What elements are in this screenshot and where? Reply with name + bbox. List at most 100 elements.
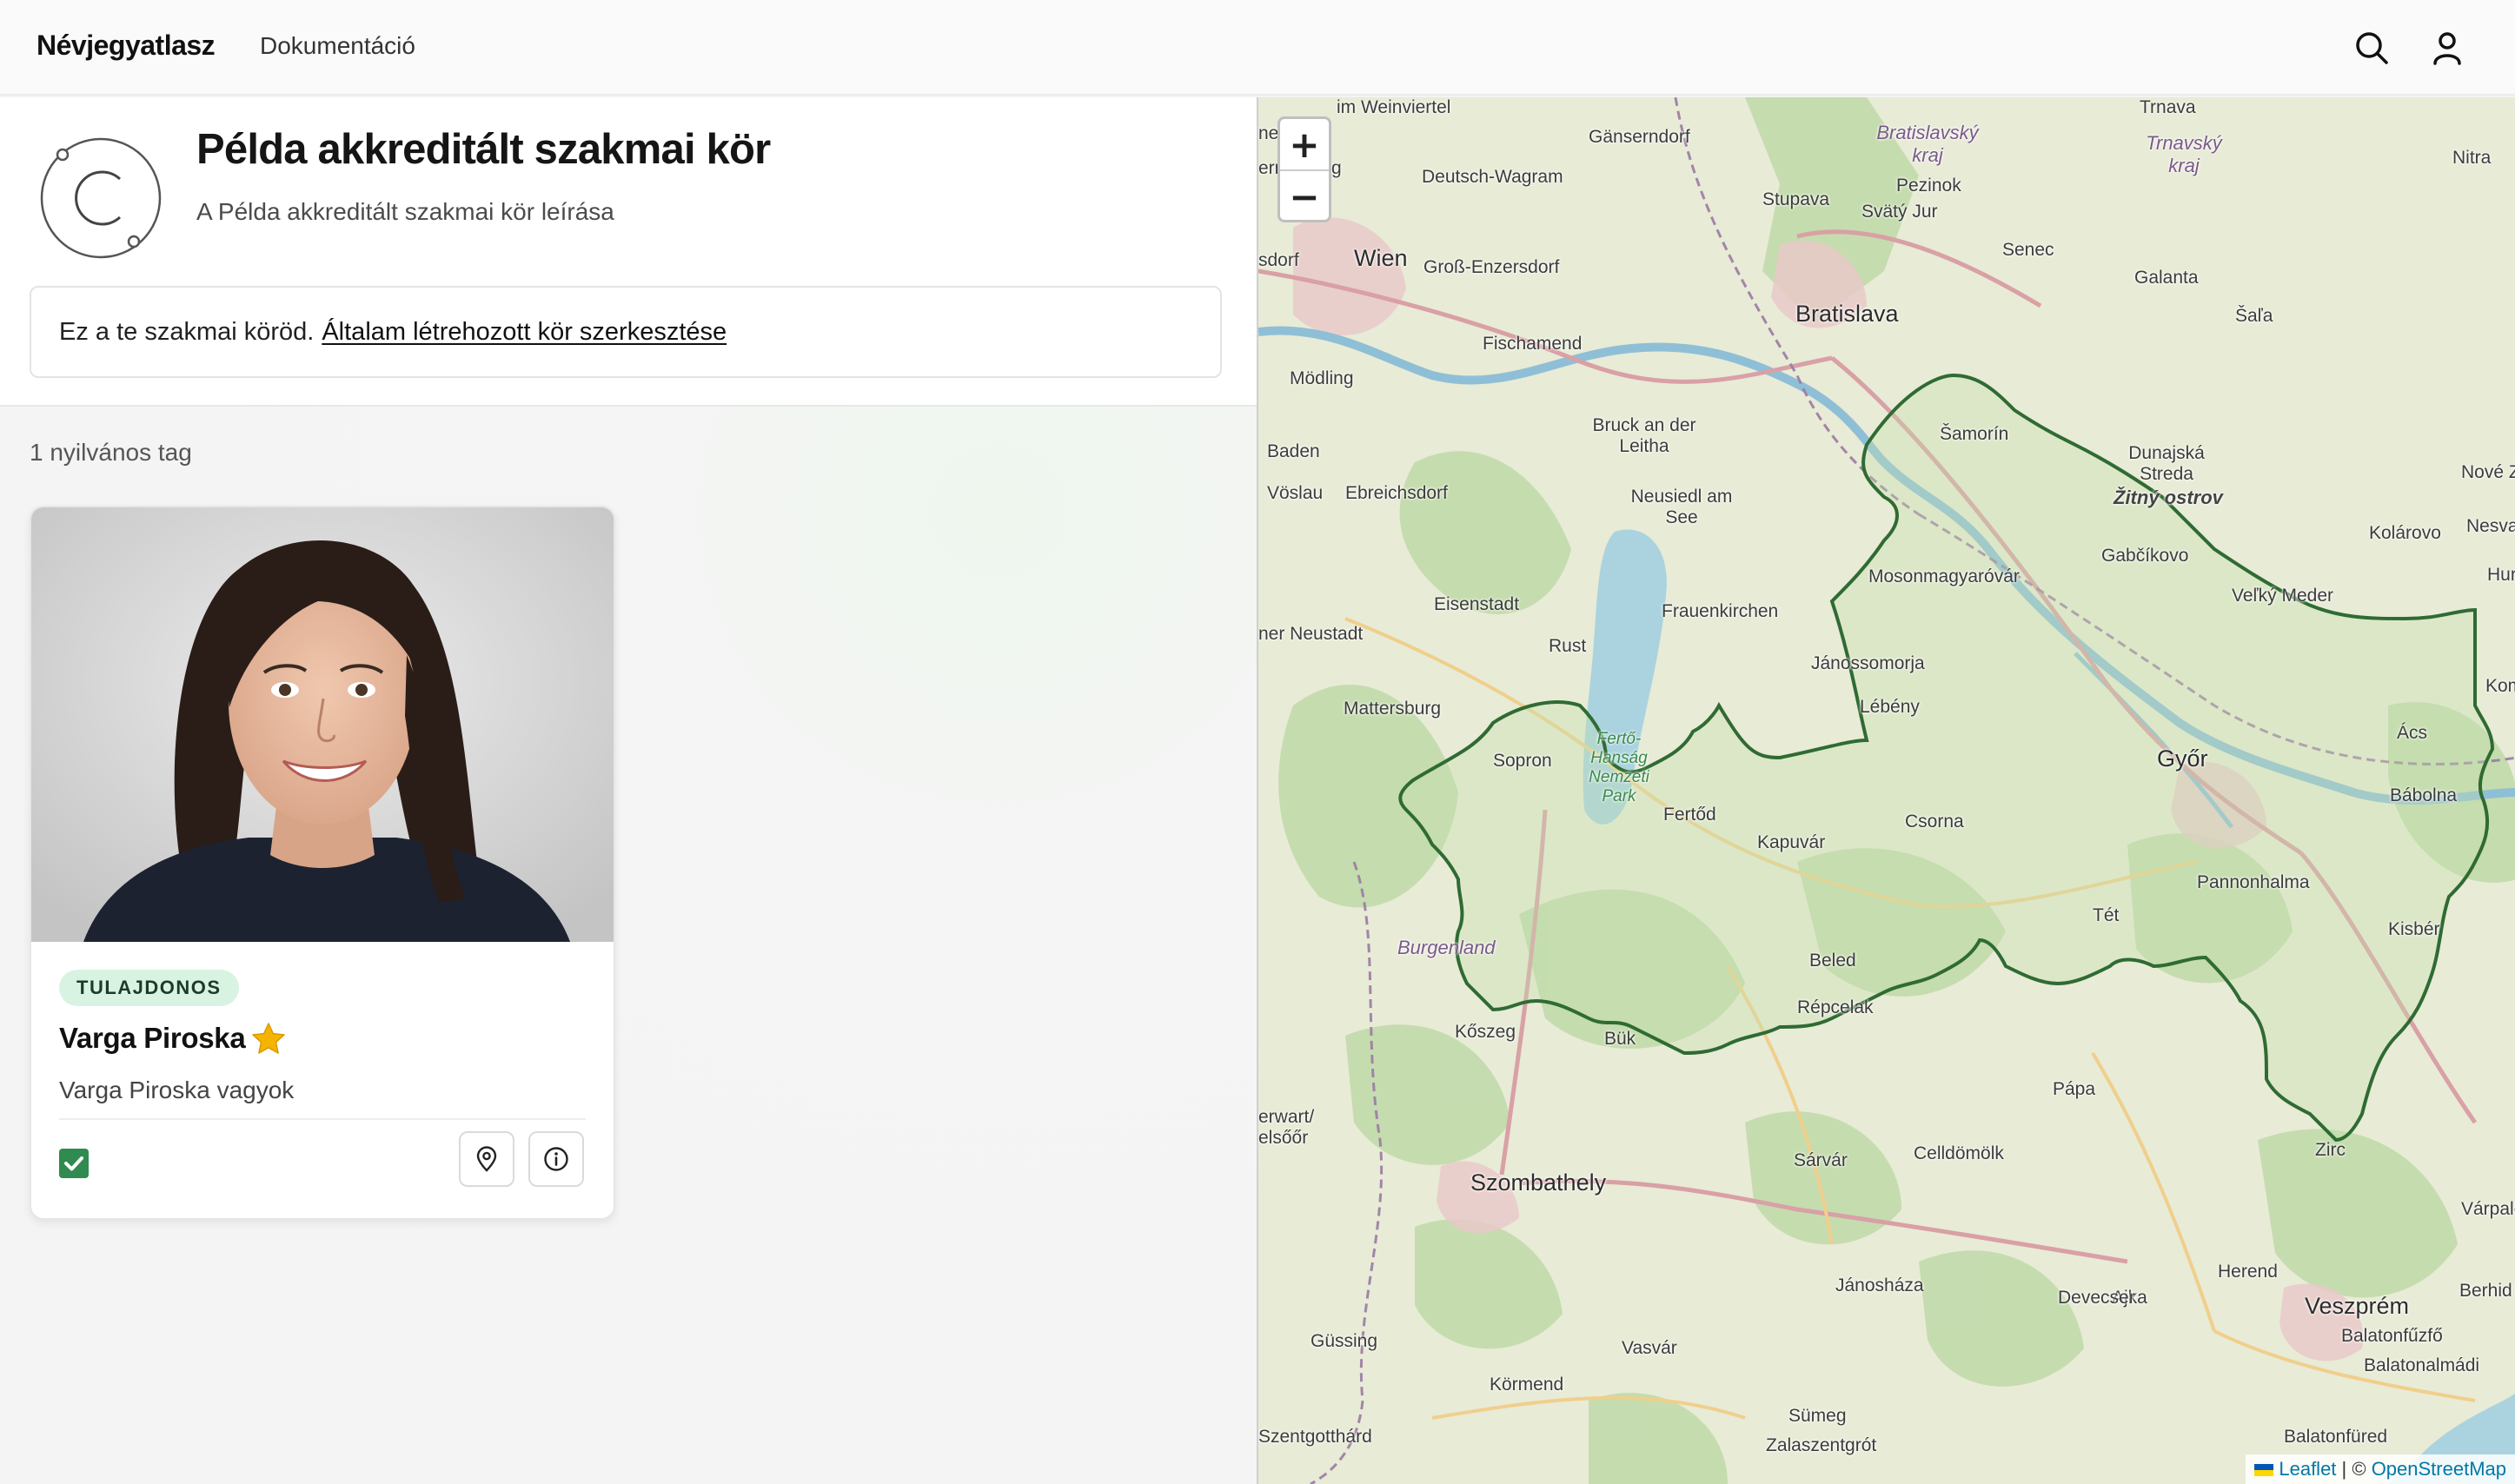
map-label-svaty-jur: Svätý Jur: [1861, 202, 1938, 222]
map-label-sumeg: Sümeg: [1788, 1406, 1847, 1426]
member-info-button[interactable]: [528, 1131, 584, 1187]
map-label-fertod: Fertőd: [1663, 805, 1716, 825]
map-label-ebreichsdorf: Ebreichsdorf: [1345, 483, 1448, 503]
map-label-sarvar: Sárvár: [1794, 1150, 1848, 1170]
member-bio: Varga Piroska vagyok: [59, 1077, 295, 1103]
map-label-komarno: Komárn: [2485, 676, 2515, 696]
map-label-weinviertel: im Weinviertel: [1337, 97, 1451, 117]
owner-notice: Ez a te szakmai köröd. Általam létrehozo…: [30, 286, 1222, 378]
map-view[interactable]: Wien Bratislava Győr Szombathely Veszpré…: [1257, 97, 2515, 1484]
map-label-kormend: Körmend: [1490, 1375, 1564, 1395]
map-label-fischamend: Fischamend: [1483, 334, 1583, 354]
map-label-balatonfuzfo: Balatonfűzfő: [2341, 1326, 2443, 1346]
map-label-kolarovo: Kolárovo: [2369, 523, 2441, 543]
map-label-frauenkirchen: Frauenkirchen: [1662, 601, 1779, 621]
map-label-gabcikovo: Gabčíkovo: [2101, 546, 2189, 566]
map-label-babolna: Bábolna: [2390, 785, 2458, 805]
map-label-sala: Šaľa: [2235, 306, 2273, 326]
map-label-janoshaza: Jánosháza: [1835, 1275, 1924, 1295]
map-label-erwart: erwart/ elsőőr: [1258, 1107, 1315, 1148]
star-icon: [250, 1021, 287, 1057]
map-label-gansendorf: Gänserndorf: [1589, 127, 1690, 147]
map-label-szombathely: Szombathely: [1470, 1169, 1607, 1196]
map-label-gyor: Győr: [2157, 745, 2208, 772]
circle-header-panel: Példa akkreditált szakmai kör A Példa ak…: [0, 97, 1257, 407]
location-pin-icon: [476, 1146, 497, 1172]
map-label-kisber: Kisbér: [2388, 919, 2440, 939]
map-label-buk: Bük: [1604, 1029, 1636, 1049]
map-label-herend: Herend: [2218, 1262, 2278, 1282]
map-attribution: Leaflet | © OpenStreetMap: [2246, 1454, 2515, 1484]
ukraine-flag-icon: [2254, 1464, 2274, 1477]
map-label-celldomolk: Celldömölk: [1914, 1143, 2004, 1163]
map-label-pezinok: Pezinok: [1896, 176, 1961, 195]
map-label-bratislava: Bratislava: [1795, 301, 1899, 327]
map-label-deutsch-wagram: Deutsch-Wagram: [1422, 167, 1563, 187]
map-label-lebeny: Lébény: [1860, 697, 1920, 717]
map-label-repcelak: Répcelak: [1797, 997, 1874, 1017]
map-label-baden: Baden: [1267, 441, 1320, 461]
map-label-senec: Senec: [2002, 240, 2054, 260]
circle-description: A Példa akkreditált szakmai kör leírása: [196, 198, 614, 225]
map-label-zalaszentgrot: Zalaszentgrót: [1766, 1435, 1877, 1455]
map-label-nesvady: Nesvad: [2466, 516, 2515, 536]
brand-logo-text[interactable]: Névjegyatlasz: [36, 30, 216, 62]
map-label-varpalota: Várpalo: [2461, 1199, 2515, 1219]
map-label-ferto-hansag: Fertő-Hanság Nemzeti Park: [1589, 730, 1649, 805]
openstreetmap-link[interactable]: OpenStreetMap: [2372, 1458, 2506, 1480]
map-label-dunajska-streda: Dunajská Streda: [2128, 443, 2205, 484]
member-count-label: 1 nyilvános tag: [30, 439, 192, 466]
map-label-velky-meder: Veľký Meder: [2232, 586, 2334, 606]
member-checkbox[interactable]: [59, 1149, 89, 1178]
map-label-koszeg: Kőszeg: [1455, 1022, 1516, 1042]
map-label-acs: Ács: [2397, 723, 2428, 743]
circle-title: Példa akkreditált szakmai kör: [196, 126, 771, 173]
leaflet-link[interactable]: Leaflet: [2279, 1458, 2336, 1480]
circle-logo: [33, 130, 169, 266]
owner-notice-text: Ez a te szakmai köröd.: [59, 317, 315, 346]
map-label-berhida: Berhid: [2459, 1281, 2512, 1301]
map-label-mosonmagyarovar: Mosonmagyaróvár: [1868, 566, 2020, 586]
members-panel: 1 nyilvános tag TULAJDONOS Varga Piroska…: [0, 407, 1257, 1484]
map-label-bruck: Bruck an der Leitha: [1592, 415, 1696, 456]
map-label-balatonalmadi: Balatonalmádi: [2364, 1355, 2480, 1375]
map-label-trnavsky-kraj: Trnavský kraj: [2146, 132, 2222, 176]
map-label-voslau: Vöslau: [1267, 483, 1324, 503]
map-label-trnava: Trnava: [2140, 97, 2196, 117]
map-label-modling: Mödling: [1290, 368, 1354, 388]
card-divider: [59, 1118, 586, 1120]
map-label-zirc: Zirc: [2315, 1140, 2346, 1160]
map-label-balatonfured: Balatonfüred: [2284, 1427, 2388, 1447]
map-label-janossomorja: Jánossomorja: [1811, 653, 1925, 673]
map-label-beled: Beled: [1809, 951, 1856, 971]
info-icon: [544, 1147, 568, 1171]
zoom-control: + −: [1277, 116, 1331, 222]
search-icon[interactable]: [2351, 27, 2392, 69]
member-name[interactable]: Varga Piroska: [59, 1022, 246, 1055]
map-label-szentgotthard: Szentgotthárd: [1258, 1427, 1372, 1447]
zoom-in-button[interactable]: +: [1280, 119, 1329, 169]
map-label-papa: Pápa: [2053, 1079, 2096, 1099]
map-label-zitny-ostrov: Žitný ostrov: [2114, 487, 2223, 508]
edit-circle-link[interactable]: Általam létrehozott kör szerkesztése: [322, 318, 727, 347]
map-label-csorna: Csorna: [1905, 812, 1964, 831]
map-label-eisenstadt: Eisenstadt: [1434, 594, 1520, 614]
map-label-burgenland: Burgenland: [1397, 937, 1496, 958]
map-label-stupava: Stupava: [1762, 189, 1830, 209]
map-label-wien: Wien: [1354, 245, 1408, 271]
member-photo: [31, 507, 614, 942]
zoom-out-button[interactable]: −: [1280, 169, 1329, 220]
map-label-gross-enzersdorf: Groß-Enzersdorf: [1423, 257, 1560, 277]
nav-link-documentation[interactable]: Dokumentáció: [260, 32, 415, 60]
member-card[interactable]: TULAJDONOS Varga Piroska Varga Piroska v…: [30, 506, 615, 1220]
show-on-map-button[interactable]: [459, 1131, 514, 1187]
map-label-sopron: Sopron: [1493, 751, 1552, 771]
map-label-neustadt: ner Neustadt: [1258, 624, 1364, 644]
map-label-pannonhalma: Pannonhalma: [2197, 872, 2310, 892]
map-label-gussing: Güssing: [1311, 1331, 1378, 1351]
map-label-veszprem: Veszprém: [2305, 1293, 2410, 1319]
user-icon[interactable]: [2426, 27, 2468, 69]
map-label-galanta: Galanta: [2134, 268, 2199, 288]
map-label-mattersburg: Mattersburg: [1344, 699, 1442, 719]
map-label-bratislavsky-kraj: Bratislavský kraj: [1876, 122, 1979, 166]
